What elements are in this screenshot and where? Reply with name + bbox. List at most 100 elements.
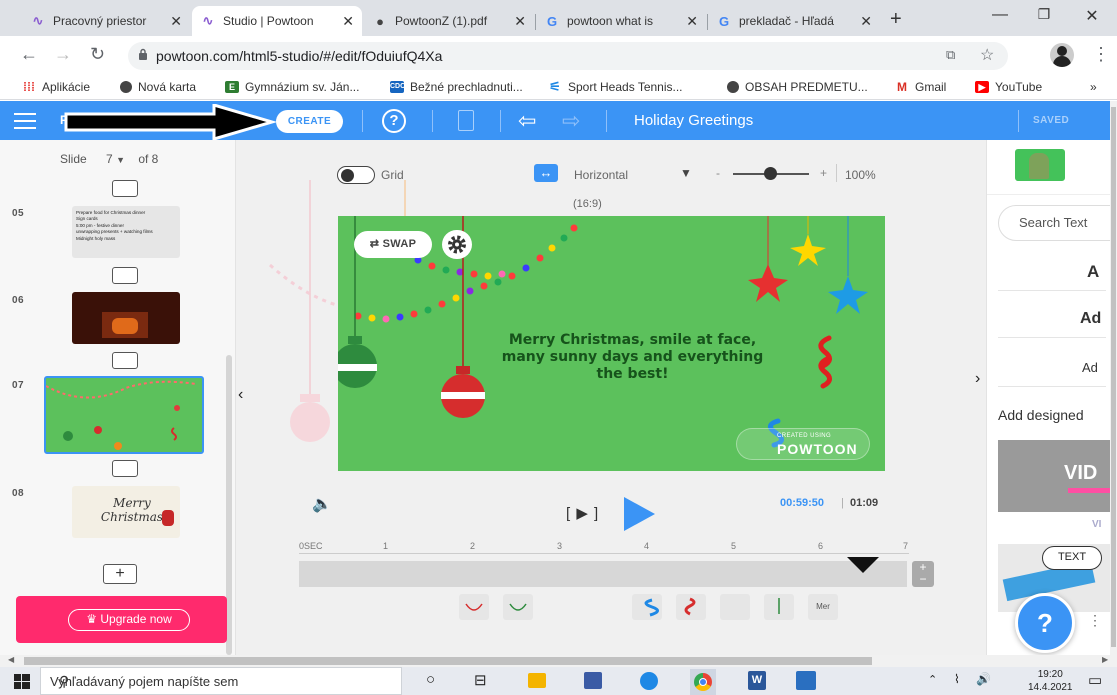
transition-icon[interactable] bbox=[112, 352, 138, 369]
help-circle-icon[interactable]: ? bbox=[382, 109, 406, 133]
timeline-item[interactable] bbox=[503, 594, 533, 620]
timeline-item[interactable] bbox=[720, 594, 750, 620]
bookmark-bezne-prechladnutie[interactable]: CDC Bežné prechladnuti... bbox=[390, 80, 523, 94]
scroll-right-icon[interactable]: ▶ bbox=[1102, 655, 1108, 664]
close-icon[interactable]: ✕ bbox=[860, 13, 872, 30]
tray-expand-icon[interactable]: ⌃ bbox=[928, 673, 937, 686]
notifications-icon[interactable]: ▭ bbox=[1088, 671, 1102, 689]
zoom-out-button[interactable]: - bbox=[716, 166, 720, 180]
slide-thumbnail-08[interactable]: Merry Christmas bbox=[72, 486, 180, 538]
timeline-item-text[interactable]: Mer bbox=[808, 594, 838, 620]
help-chat-button[interactable]: ? bbox=[1015, 593, 1075, 653]
expand-right-icon[interactable]: › bbox=[975, 370, 980, 388]
address-bar[interactable]: powtoon.com/html5-studio/#/edit/fOduiufQ… bbox=[128, 42, 1008, 70]
store-icon[interactable] bbox=[584, 672, 602, 689]
cortana-icon[interactable]: ○ bbox=[426, 671, 435, 688]
powtoon-watermark[interactable]: CREATED USING POWTOON bbox=[736, 428, 870, 460]
tab-powtoon-what-is[interactable]: G powtoon what is ✕ bbox=[536, 6, 706, 36]
bookmark-youtube[interactable]: ▶ YouTube bbox=[975, 80, 1042, 94]
bookmark-obsah-predmetu[interactable]: OBSAH PREDMETU... bbox=[727, 80, 868, 94]
swap-button[interactable]: ⇄ SWAP bbox=[354, 231, 432, 258]
minimize-icon[interactable]: — bbox=[980, 6, 1020, 30]
word-icon[interactable]: W bbox=[748, 671, 766, 690]
slide-thumbnail-06[interactable] bbox=[72, 292, 180, 344]
timeline-track[interactable] bbox=[299, 561, 907, 587]
text-style-item[interactable]: Ad bbox=[1082, 360, 1098, 375]
timeline-item[interactable] bbox=[676, 594, 706, 620]
file-explorer-icon[interactable] bbox=[528, 673, 546, 688]
profile-avatar[interactable] bbox=[1050, 43, 1074, 67]
star-icon[interactable]: ☆ bbox=[980, 45, 994, 65]
upgrade-button[interactable]: ♛ Upgrade now bbox=[68, 609, 190, 631]
close-icon[interactable]: ✕ bbox=[170, 13, 182, 30]
new-tab-button[interactable]: + bbox=[890, 8, 902, 31]
zoom-in-button[interactable]: + bbox=[820, 166, 827, 180]
forward-icon[interactable]: → bbox=[54, 44, 72, 65]
slide-thumbnail-07[interactable] bbox=[44, 376, 204, 454]
playhead-icon[interactable] bbox=[846, 556, 880, 574]
notes-icon[interactable] bbox=[458, 110, 474, 131]
edge-icon[interactable] bbox=[640, 672, 658, 690]
volume-icon[interactable]: 🔈 bbox=[312, 494, 332, 514]
zoom-slider-handle[interactable] bbox=[764, 167, 777, 180]
scroll-left-icon[interactable]: ◀ bbox=[8, 655, 14, 664]
windows-start-icon[interactable] bbox=[14, 674, 30, 689]
network-icon[interactable]: ⌇ bbox=[954, 672, 960, 686]
taskbar-clock[interactable]: 19:20 14.4.2021 bbox=[1028, 668, 1073, 694]
close-icon[interactable]: ✕ bbox=[514, 13, 526, 30]
character-thumbnail[interactable] bbox=[1015, 149, 1065, 181]
hamburger-menu-icon[interactable] bbox=[14, 113, 36, 129]
menu-dots-icon[interactable]: ⋮ bbox=[1092, 44, 1110, 65]
bookmark-gmail[interactable]: M Gmail bbox=[895, 80, 946, 94]
bookmarks-more[interactable]: » bbox=[1090, 80, 1097, 94]
slide-number-select[interactable]: 7 ▼ bbox=[106, 152, 125, 166]
slide-selector[interactable]: Slide 7 ▼ of 8 bbox=[60, 152, 158, 166]
reload-icon[interactable]: ↻ bbox=[90, 44, 105, 65]
chrome-taskbar-button[interactable] bbox=[690, 669, 716, 695]
slide-thumbnail-05[interactable]: Prepare food for Christmas dinner Sign c… bbox=[72, 206, 180, 258]
bookmark-aplikacie[interactable]: ⁞⁞⁞ Aplikácie bbox=[22, 80, 90, 94]
tab-studio-powtoon[interactable]: ∿ Studio | Powtoon ✕ bbox=[192, 6, 362, 36]
play-icon[interactable] bbox=[622, 496, 656, 532]
transition-icon[interactable] bbox=[112, 180, 138, 197]
bookmark-gymnazium[interactable]: E Gymnázium sv. Ján... bbox=[225, 80, 359, 94]
create-button[interactable]: CREATE bbox=[276, 110, 343, 133]
undo-icon[interactable]: ⇦ bbox=[518, 108, 536, 134]
document-title[interactable]: Holiday Greetings bbox=[634, 112, 753, 129]
restore-icon[interactable]: ❐ bbox=[1024, 6, 1064, 30]
search-text-input[interactable]: Search Text bbox=[998, 205, 1117, 241]
play-slide-button[interactable]: [ ▶ ] bbox=[566, 504, 599, 522]
tab-prekladac[interactable]: G prekladač - Hľadá ✕ bbox=[708, 6, 880, 36]
redo-icon[interactable]: ⇨ bbox=[562, 108, 580, 134]
scroll-thumb[interactable] bbox=[24, 657, 872, 665]
back-icon[interactable]: ← bbox=[20, 44, 38, 65]
bookmark-sport-heads[interactable]: ⚟ Sport Heads Tennis... bbox=[548, 80, 682, 94]
designed-text-thumbnail[interactable]: VID bbox=[998, 440, 1110, 512]
tab-powtoonz-pdf[interactable]: ● PowtoonZ (1).pdf ✕ bbox=[364, 6, 534, 36]
help-menu-dots-icon[interactable]: ⋮ bbox=[1088, 612, 1102, 629]
photos-icon[interactable] bbox=[796, 671, 816, 690]
tab-pracovny-priestor[interactable]: ∿ Pracovný priestor ✕ bbox=[22, 6, 190, 36]
settings-button[interactable] bbox=[442, 230, 472, 259]
vertical-scrollbar[interactable] bbox=[1110, 101, 1117, 655]
horizontal-scrollbar[interactable]: ◀ ▶ bbox=[0, 655, 1117, 667]
collapse-left-icon[interactable]: ‹ bbox=[238, 386, 243, 404]
close-window-icon[interactable]: ✕ bbox=[1072, 6, 1112, 30]
timeline-item[interactable] bbox=[764, 594, 794, 620]
translate-icon[interactable]: ⧉ bbox=[946, 47, 955, 63]
text-style-item[interactable]: Ad bbox=[1080, 310, 1101, 328]
slide-message-text[interactable]: Merry Christmas, smile at face, many sun… bbox=[500, 332, 765, 383]
text-style-item[interactable]: A bbox=[1087, 262, 1099, 282]
timeline-item[interactable] bbox=[459, 594, 489, 620]
bookmark-nova-karta[interactable]: Nová karta bbox=[120, 80, 196, 94]
close-icon[interactable]: ✕ bbox=[686, 13, 698, 30]
transition-icon[interactable] bbox=[112, 460, 138, 477]
add-slide-button[interactable]: + bbox=[103, 564, 137, 584]
volume-tray-icon[interactable]: 🔊 bbox=[976, 672, 991, 686]
timeline-zoom-button[interactable]: + − bbox=[912, 561, 934, 587]
task-view-icon[interactable]: ⊟ bbox=[474, 671, 487, 689]
orientation-caret-icon[interactable]: ▼ bbox=[680, 166, 692, 180]
timeline-item[interactable] bbox=[632, 594, 662, 620]
close-icon[interactable]: ✕ bbox=[342, 13, 354, 30]
transition-icon[interactable] bbox=[112, 267, 138, 284]
